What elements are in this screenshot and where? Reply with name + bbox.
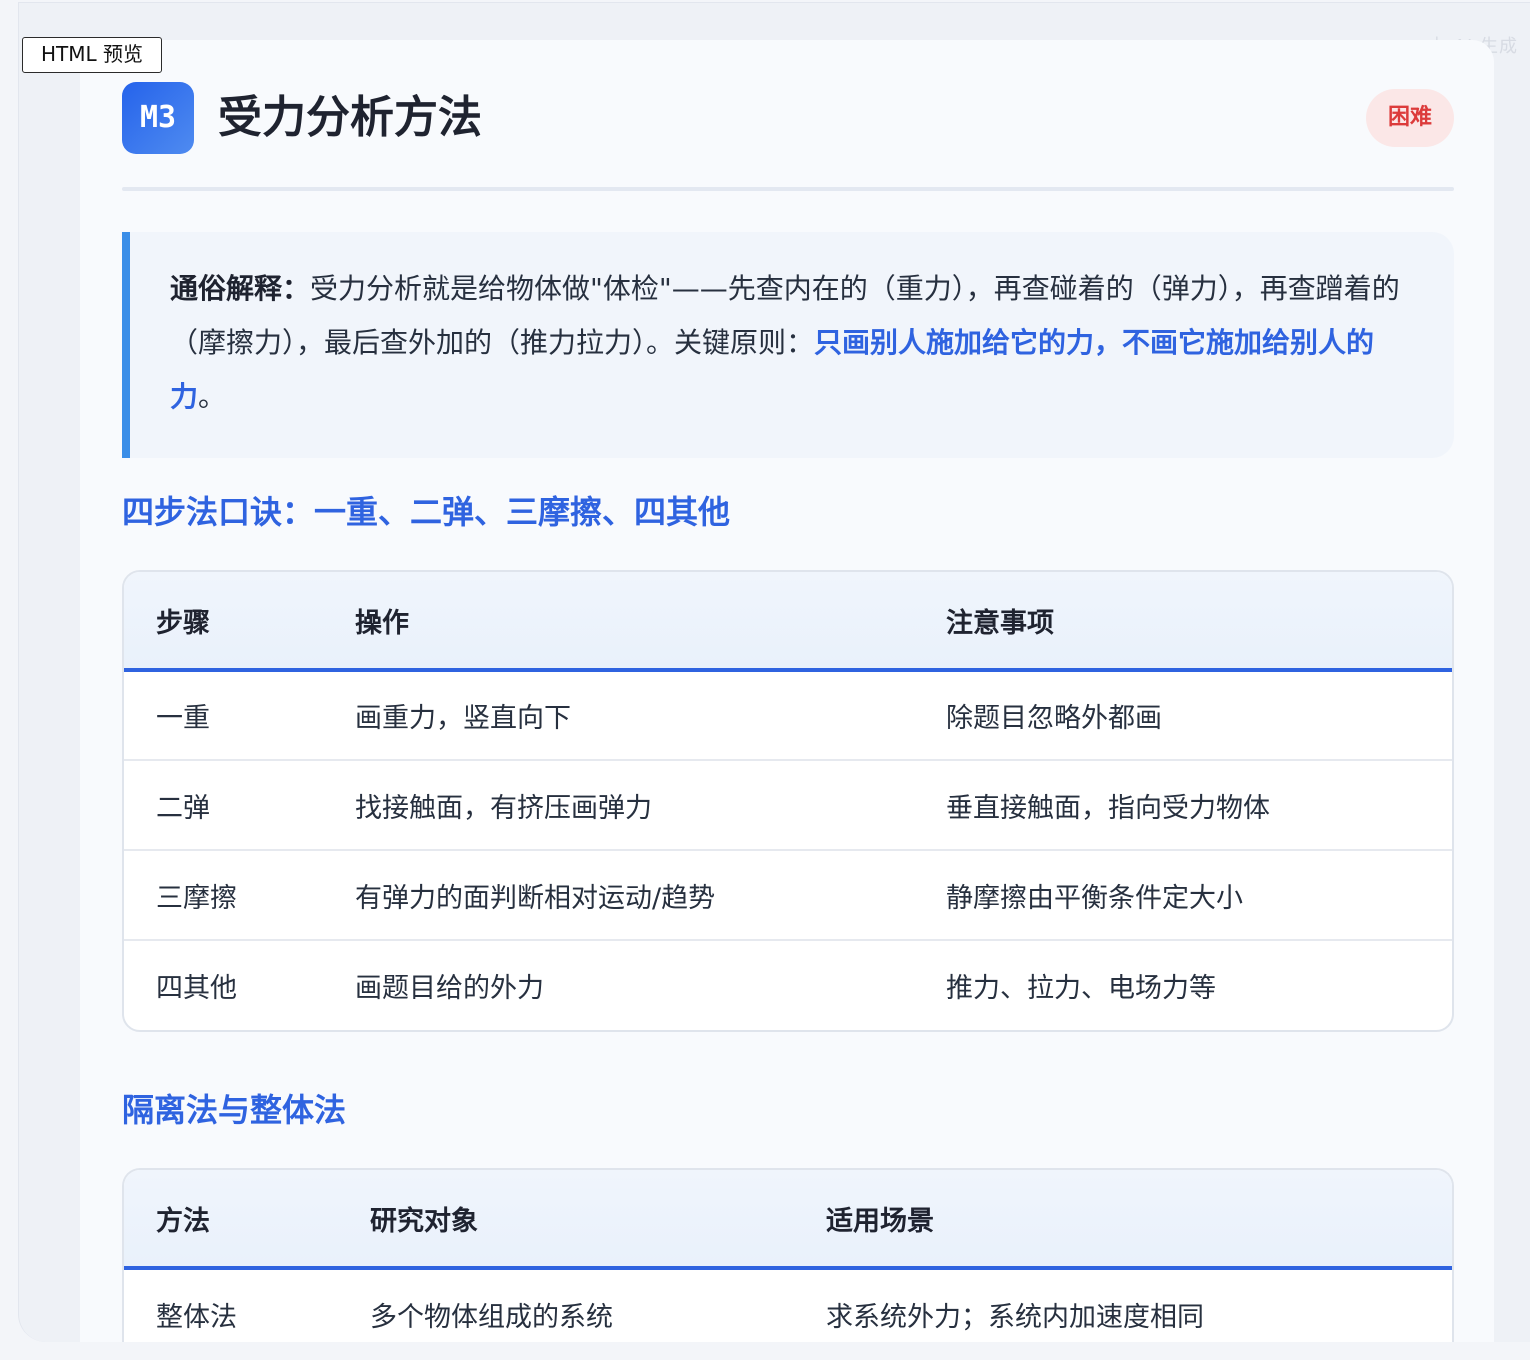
- table-row: 三摩擦 有弹力的面判断相对运动/趋势 静摩擦由平衡条件定大小: [124, 849, 1452, 940]
- table-cell: 多个物体组成的系统: [370, 1301, 613, 1333]
- page-title: 受力分析方法: [218, 92, 482, 143]
- difficulty-badge: 困难: [1366, 89, 1454, 147]
- html-preview-label: HTML 预览: [22, 37, 162, 73]
- column-header: 适用场景: [794, 1170, 1452, 1270]
- isolation-method-table: 方法 研究对象 适用场景 整体法 多个物体组成的系统 求系统外力；系统内加速度相…: [122, 1168, 1454, 1342]
- table-cell: 一重: [156, 703, 210, 734]
- column-header: 注意事项: [914, 572, 1452, 672]
- table-cell: 三摩擦: [124, 849, 323, 940]
- callout-lead: 通俗解释：: [170, 272, 311, 305]
- table-cell: 画题目给的外力: [323, 939, 914, 1030]
- column-header: 步骤: [124, 572, 323, 672]
- table-cell: 四其他: [124, 939, 323, 1030]
- table-header-row: 步骤 操作 注意事项: [124, 572, 1452, 672]
- table-cell: 垂直接触面，指向受力物体: [914, 759, 1452, 850]
- table-header-row: 方法 研究对象 适用场景: [124, 1170, 1452, 1270]
- column-header: 研究对象: [338, 1170, 794, 1270]
- table-cell: 求系统外力；系统内加速度相同: [826, 1301, 1204, 1333]
- table-cell: 有弹力的面判断相对运动/趋势: [323, 849, 914, 940]
- table-cell: 整体法: [156, 1301, 237, 1333]
- table-row: 一重 画重力，竖直向下 除题目忽略外都画: [124, 670, 1452, 760]
- section-heading-four-steps: 四步法口诀：一重、二弹、三摩擦、四其他: [122, 493, 731, 531]
- table-cell: 推力、拉力、电场力等: [914, 939, 1452, 1030]
- module-badge: M3: [122, 82, 194, 154]
- section-heading-isolation-method: 隔离法与整体法: [122, 1091, 347, 1129]
- table-cell: 二弹: [124, 759, 323, 850]
- table-cell: 找接触面，有挤压画弹力: [323, 759, 914, 850]
- column-header: 操作: [323, 572, 914, 672]
- table-cell: 除题目忽略外都画: [946, 703, 1162, 734]
- callout-end: 。: [198, 380, 227, 413]
- header-divider: [122, 187, 1454, 191]
- table-row: 整体法 多个物体组成的系统 求系统外力；系统内加速度相同: [124, 1268, 1452, 1342]
- explanation-callout: 通俗解释：受力分析就是给物体做"体检"——先查内在的（重力），再查碰着的（弹力）…: [122, 232, 1454, 458]
- column-header: 方法: [124, 1170, 338, 1270]
- card-header: M3 受力分析方法 困难: [122, 82, 1454, 192]
- four-steps-table: 步骤 操作 注意事项 一重 画重力，竖直向下 除题目忽略外都画 二弹 找接触面，…: [122, 570, 1454, 1032]
- table-cell: 静摩擦由平衡条件定大小: [914, 849, 1452, 940]
- table-row: 四其他 画题目给的外力 推力、拉力、电场力等: [124, 939, 1452, 1030]
- content-card: M3 受力分析方法 困难 通俗解释：受力分析就是给物体做"体检"——先查内在的（…: [80, 40, 1494, 1342]
- table-cell: 画重力，竖直向下: [355, 703, 571, 734]
- table-row: 二弹 找接触面，有挤压画弹力 垂直接触面，指向受力物体: [124, 759, 1452, 850]
